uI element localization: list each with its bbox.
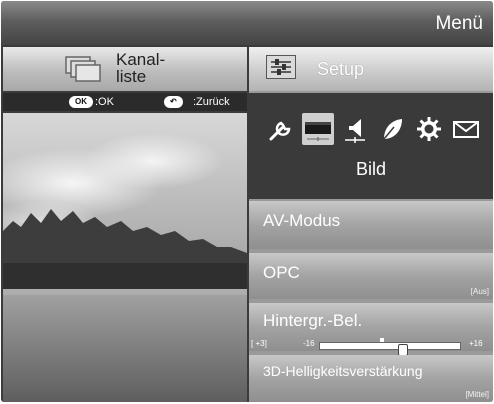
audio-icon[interactable] [339,113,371,145]
menu-title: Menü [435,13,483,34]
picture-icon[interactable] [302,113,334,145]
slider-track[interactable] [319,338,461,356]
menu-item-value: [Mittel] [465,390,489,399]
setup-panel: Setup Bild AV-Modus OPC [Aus] Hintergr.-… [249,47,493,402]
menu-item-av-modus[interactable]: AV-Modus [249,201,493,249]
ok-hint-text: :OK [95,96,114,108]
tv-picture-preview [3,113,247,402]
setup-icon [266,55,296,79]
setup-category-bar: Bild [249,93,493,199]
setup-button[interactable]: Setup [249,47,493,91]
menu-item-label: OPC [263,263,300,282]
envelope-icon[interactable] [450,113,482,145]
slider-max-label: +16 [469,339,483,348]
setup-label: Setup [317,59,365,79]
slider-current-value: [ +3] [251,339,267,348]
menu-item-label: 3D-Helligkeitsverstärkung [263,363,423,379]
ok-key-icon: OK [69,96,93,108]
channel-list-label-line2: liste [116,67,147,86]
channel-list-icon [65,56,101,82]
menu-item-label: AV-Modus [263,211,341,230]
key-hint-bar: OK :OK ↶ :Zurück [3,93,247,111]
back-hint-text: :Zurück [193,96,230,108]
menu-item-label: Hintergr.-Bel. [263,311,363,330]
eco-leaf-icon[interactable] [376,113,408,145]
wrench-icon[interactable] [265,113,297,145]
channel-list-label-line1: Kanal- [116,50,166,69]
menu-item-opc[interactable]: OPC [Aus] [249,253,493,299]
menu-item-3d-brightness[interactable]: 3D-Helligkeitsverstärkung [Mittel] [249,355,493,402]
menu-item-backlight[interactable]: Hintergr.-Bel. [ +3] -16 +16 [249,303,493,356]
back-key-icon: ↶ [164,96,183,108]
channel-list-button[interactable]: Kanal- liste [3,47,247,91]
channel-list-label: Kanal- liste [116,51,165,85]
category-label: Bild [355,159,386,179]
tv-menu-screen: Menü Kanal- liste OK :OK ↶ :Zurück Setup… [1,1,493,402]
menu-item-value: [Aus] [470,287,489,296]
slider-min-label: -16 [303,339,315,348]
top-bar: Menü [1,1,493,45]
backlight-slider[interactable]: [ +3] -16 +16 [251,338,491,356]
slider-zero-marker [380,338,384,342]
gear-icon[interactable] [413,113,445,145]
